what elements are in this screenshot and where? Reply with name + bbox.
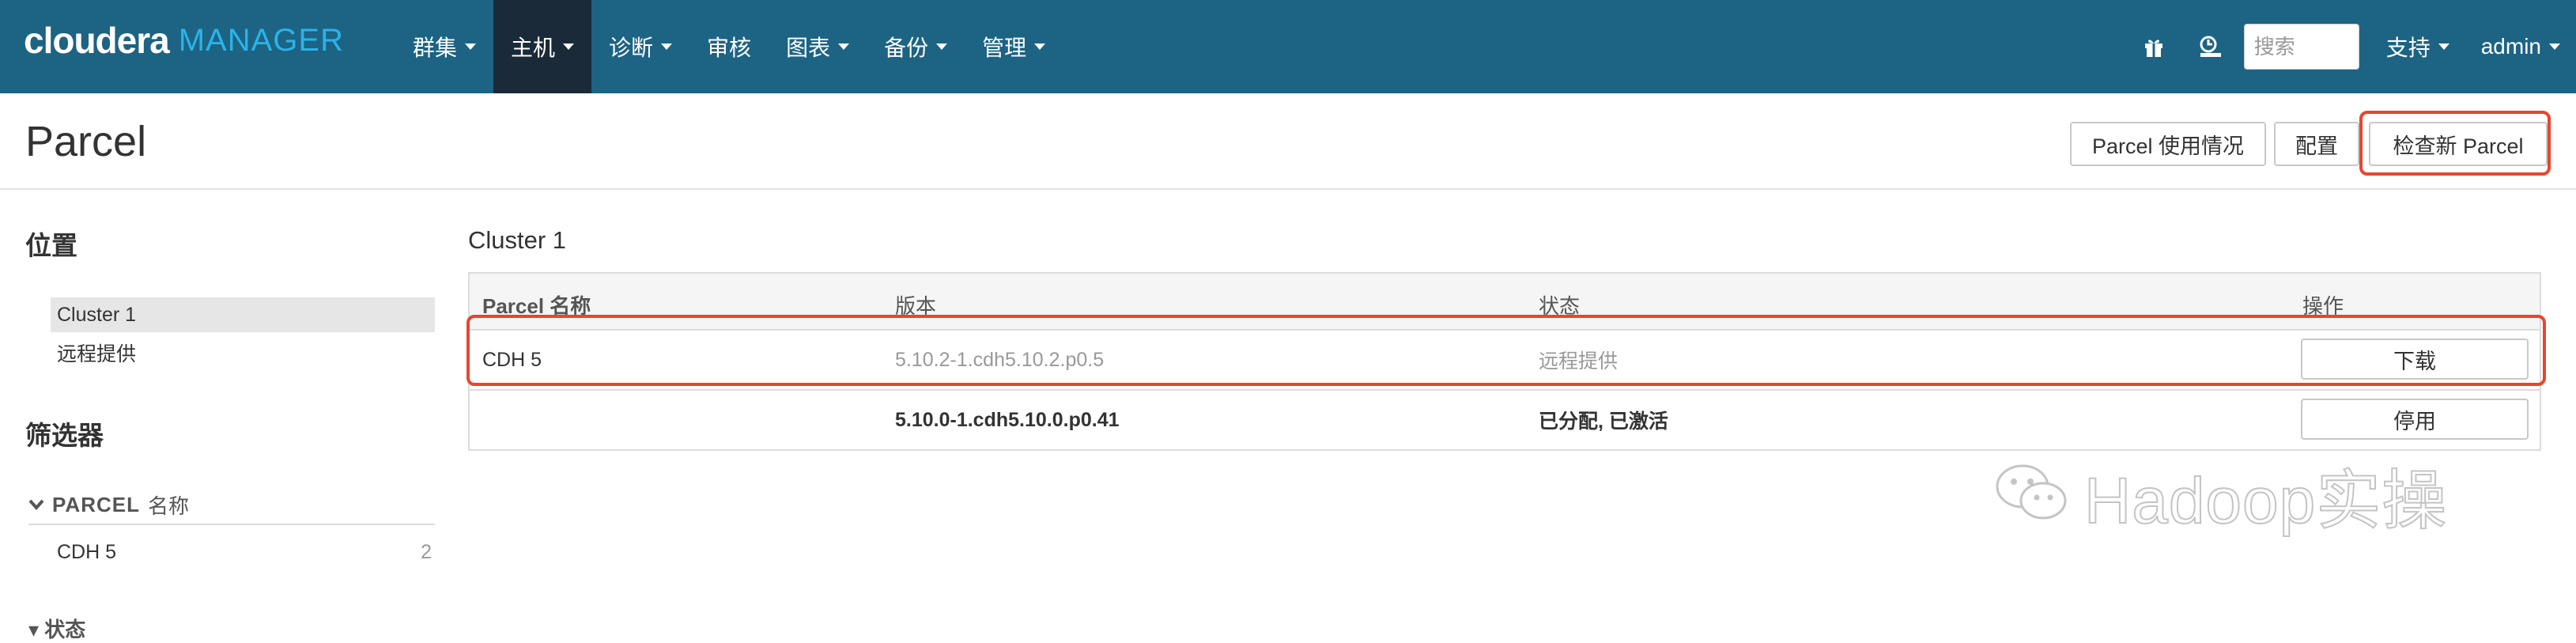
filter-group-status[interactable]: ▾ 状态	[28, 614, 85, 643]
row-status: 已分配, 已激活	[1539, 410, 1668, 433]
filter-item-cdh5[interactable]: CDH 5 2	[57, 541, 432, 564]
col-actions: 操作	[2302, 294, 2344, 318]
download-button[interactable]: 下载	[2301, 339, 2529, 380]
location-heading: 位置	[25, 231, 77, 260]
location-item-cluster-1[interactable]: Cluster 1	[51, 297, 435, 332]
table-row: CDH 5 5.10.2-1.cdh5.10.2.p0.5 远程提供 下载	[470, 331, 2540, 391]
filter-group-status-label: 状态	[44, 618, 86, 641]
logo-product: MANAGER	[178, 22, 344, 58]
cloudera-manager-logo[interactable]: cloudera MANAGER	[24, 19, 344, 66]
gift-icon[interactable]	[2140, 32, 2168, 61]
watermark-text: Hadoop实操	[2083, 464, 2448, 538]
filter-group-label-suffix: 名称	[147, 494, 189, 518]
page-title: Parcel	[25, 118, 147, 165]
nav-user-menu[interactable]: admin	[2465, 0, 2576, 93]
row-status: 远程提供	[1539, 350, 1618, 373]
filter-heading: 筛选器	[25, 421, 104, 450]
caret-down-icon	[936, 43, 948, 50]
col-status: 状态	[1539, 294, 1581, 318]
search-input[interactable]	[2243, 24, 2359, 70]
wechat-icon	[1992, 461, 2072, 528]
main-menu: 群集 主机 诊断 审核 图表 备份 管理	[395, 0, 1063, 93]
caret-down-icon	[465, 43, 477, 50]
table-row: 5.10.0-1.cdh5.10.0.p0.41 已分配, 已激活 停用	[470, 391, 2540, 449]
nav-diagnostics[interactable]: 诊断	[591, 0, 689, 93]
cluster-title: Cluster 1	[468, 226, 567, 254]
col-version: 版本	[895, 294, 937, 318]
deactivate-button[interactable]: 停用	[2301, 399, 2529, 440]
caret-down-icon	[563, 43, 575, 50]
row-version: 5.10.0-1.cdh5.10.0.p0.41	[895, 408, 1120, 431]
filter-group-label: PARCEL	[52, 492, 140, 516]
nav-clusters[interactable]: 群集	[395, 0, 493, 93]
caret-down-icon	[838, 43, 850, 50]
navbar-right: 支持 admin	[2125, 0, 2576, 93]
chevron-down-icon: ▾	[28, 618, 45, 641]
check-new-parcel-button[interactable]: 检查新 Parcel	[2369, 122, 2548, 166]
chevron-down-icon	[28, 494, 44, 515]
filter-item-label: CDH 5	[57, 541, 117, 563]
top-navbar: cloudera MANAGER 群集 主机 诊断 审核 图表 备份 管理 搜索…	[0, 0, 2576, 93]
nav-backup[interactable]: 备份	[867, 0, 965, 93]
caret-down-icon	[661, 43, 673, 50]
col-parcel-name[interactable]: Parcel 名称	[482, 274, 591, 329]
parcel-usage-button[interactable]: Parcel 使用情况	[2070, 122, 2266, 166]
nav-charts[interactable]: 图表	[769, 0, 867, 93]
nav-administration[interactable]: 管理	[965, 0, 1063, 93]
parcel-table: Parcel 名称 版本 状态 操作 CDH 5 5.10.2-1.cdh5.1…	[468, 272, 2541, 451]
row-version: 5.10.2-1.cdh5.10.2.p0.5	[895, 348, 1105, 371]
page-header: Parcel Parcel 使用情况 配置 检查新 Parcel	[0, 93, 2576, 190]
nav-audits[interactable]: 审核	[689, 0, 769, 93]
caret-down-icon	[1034, 43, 1046, 50]
running-commands-icon[interactable]	[2196, 32, 2225, 61]
filter-item-count: 2	[421, 541, 432, 563]
location-item-remote[interactable]: 远程提供	[51, 335, 435, 370]
caret-down-icon	[2438, 43, 2449, 50]
table-header: Parcel 名称 版本 状态 操作	[470, 274, 2540, 331]
config-button[interactable]: 配置	[2274, 122, 2359, 166]
caret-down-icon	[2549, 43, 2560, 50]
watermark: Hadoop实操	[1992, 448, 2447, 542]
nav-support[interactable]: 支持	[2370, 0, 2465, 93]
logo-brand: cloudera	[24, 20, 170, 61]
nav-hosts[interactable]: 主机	[493, 0, 592, 93]
filter-group-parcel-name[interactable]: PARCEL 名称	[28, 486, 435, 525]
row-parcel-name: CDH 5	[482, 348, 542, 371]
